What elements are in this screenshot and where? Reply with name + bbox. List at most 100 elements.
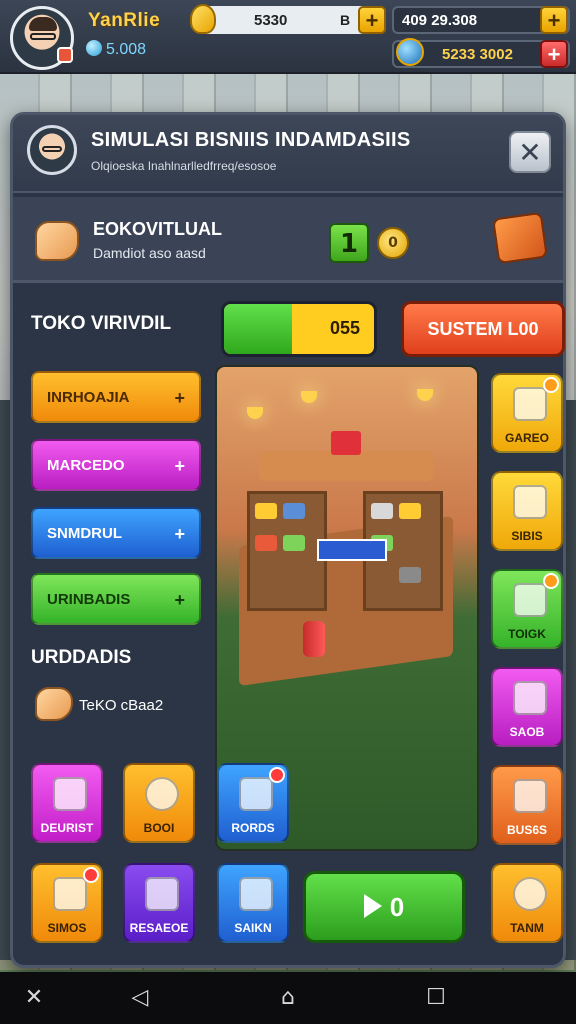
currency-symbol: B [340,12,351,28]
close-icon[interactable]: ✕ [18,982,50,1014]
menu-label: MARCEDO [47,457,125,474]
goods-box [371,503,393,519]
coin-value: 5330 [254,11,288,29]
notification-badge [543,573,559,589]
play-button[interactable]: 0 [303,871,465,943]
tile-button[interactable]: SIMOS [31,863,103,943]
cart-icon[interactable] [492,211,548,265]
info-subtitle: Damdiot aso aasd [93,245,206,261]
shop-building [239,431,453,687]
tile-button[interactable]: BUS6S [491,765,563,845]
add-cash-button[interactable]: + [540,6,568,34]
star-icon [239,877,273,911]
coin-icon: 0 [377,227,409,259]
progress-value: 055 [329,318,360,338]
task-label: TeKO cBaa2 [79,697,164,714]
gems-value: 5.008 [106,41,147,58]
recent-apps-button[interactable]: ☐ [420,982,452,1014]
tile-label: SAOB [509,725,545,739]
tile-button[interactable]: BOOI [123,763,195,843]
lamp-icon [247,407,263,419]
tile-button[interactable]: SAOB [491,667,563,747]
menu-button-3[interactable]: SNMDRUL + [31,507,201,559]
player-name: YanRlie [88,10,161,31]
coin-stack-icon [190,4,216,34]
shop-roof [259,451,433,481]
crate-icon [145,877,179,911]
tile-button[interactable]: SIBIS [491,471,563,551]
tile-button[interactable]: GAREO [491,373,563,453]
store-label: TOKO VIRIVDIL [31,313,172,334]
gem-box-icon [513,681,547,715]
menu-button-1[interactable]: INRHOAJIA + [31,371,201,423]
notification-badge [543,377,559,393]
tile-label: TANM [510,921,544,935]
plus-icon: + [174,456,185,476]
plus-icon: + [174,590,185,610]
home-button[interactable]: ⌂ [272,982,304,1014]
menu-button-2[interactable]: MARCEDO + [31,439,201,491]
add-energy-button[interactable]: + [540,40,568,68]
lamp-icon [301,391,317,403]
back-button[interactable]: ◁ [124,982,156,1014]
plus-icon: + [174,524,185,544]
goods-box [283,535,305,551]
tile-button[interactable]: SAIKN [217,863,289,943]
play-icon [363,894,382,918]
hand-icon [35,687,73,721]
add-coins-button[interactable]: + [358,6,386,34]
coin-icon [145,777,179,811]
energy-value: 5233 3002 [442,45,513,63]
crate-icon [513,387,547,421]
goods-box [331,431,361,455]
barrel [303,621,325,657]
panel-title: SIMULASI BISNIIS INDAMDASIIS [91,129,411,151]
notification-badge [269,767,285,783]
box-icon [53,877,87,911]
clock-icon [513,877,547,911]
system-button[interactable]: SUSTEM L00 [401,301,565,357]
business-simulation-panel: SIMULASI BISNIIS INDAMDASIIS Olqioeska I… [10,112,566,968]
player-avatar[interactable] [10,6,74,70]
menu-button-4[interactable]: URINBADIS + [31,573,201,625]
lamp-icon [417,389,433,401]
section2-label: URDDADIS [31,647,132,668]
crate-icon [53,777,87,811]
tile-label: SIBIS [511,529,543,543]
avatar-glasses [30,33,56,40]
system-navigation-bar: ✕ ◁ ⌂ ☐ [0,972,576,1024]
avatar-badge [57,47,73,63]
close-button[interactable]: ✕ [509,131,551,173]
machine-icon [513,583,547,617]
panel-header: SIMULASI BISNIIS INDAMDASIIS Olqioeska I… [13,115,563,193]
coin-resource-bar: 5330 B + [190,4,386,34]
panel-subtitle: Olqioeska Inahlnarlledfrreq/esosoe [91,159,277,173]
pan-icon [513,779,547,813]
menu-label: INRHOAJIA [47,389,130,406]
goods-box [255,535,277,551]
tile-button[interactable]: TOIGK [491,569,563,649]
shop-sign [317,539,387,561]
tile-button[interactable]: RESAEOE [123,863,195,943]
tile-label: RORDS [231,821,275,835]
panel-avatar [27,125,77,175]
goods-box [399,503,421,519]
tile-button[interactable]: RORDS [217,763,289,843]
notification-badge [83,867,99,883]
goods-box [283,503,305,519]
trophy-icon [239,777,273,811]
energy-resource-bar: 5233 3002 + [392,38,570,68]
avatar-hair [29,17,57,31]
avatar-glasses [42,146,62,152]
progress-fill [224,304,292,354]
menu-label: URINBADIS [47,591,131,608]
tile-label: BOOI [143,821,175,835]
gem-icon [86,40,102,56]
business-info-card: EOKOVITLUAL Damdiot aso aasd 1 0 [13,197,563,283]
info-title: EOKOVITLUAL [93,219,222,239]
crate-icon [513,485,547,519]
tile-button[interactable]: DEURIST [31,763,103,843]
tile-button[interactable]: TANM [491,863,563,943]
plus-icon: + [174,388,185,408]
level-indicator: 1 [329,223,369,263]
